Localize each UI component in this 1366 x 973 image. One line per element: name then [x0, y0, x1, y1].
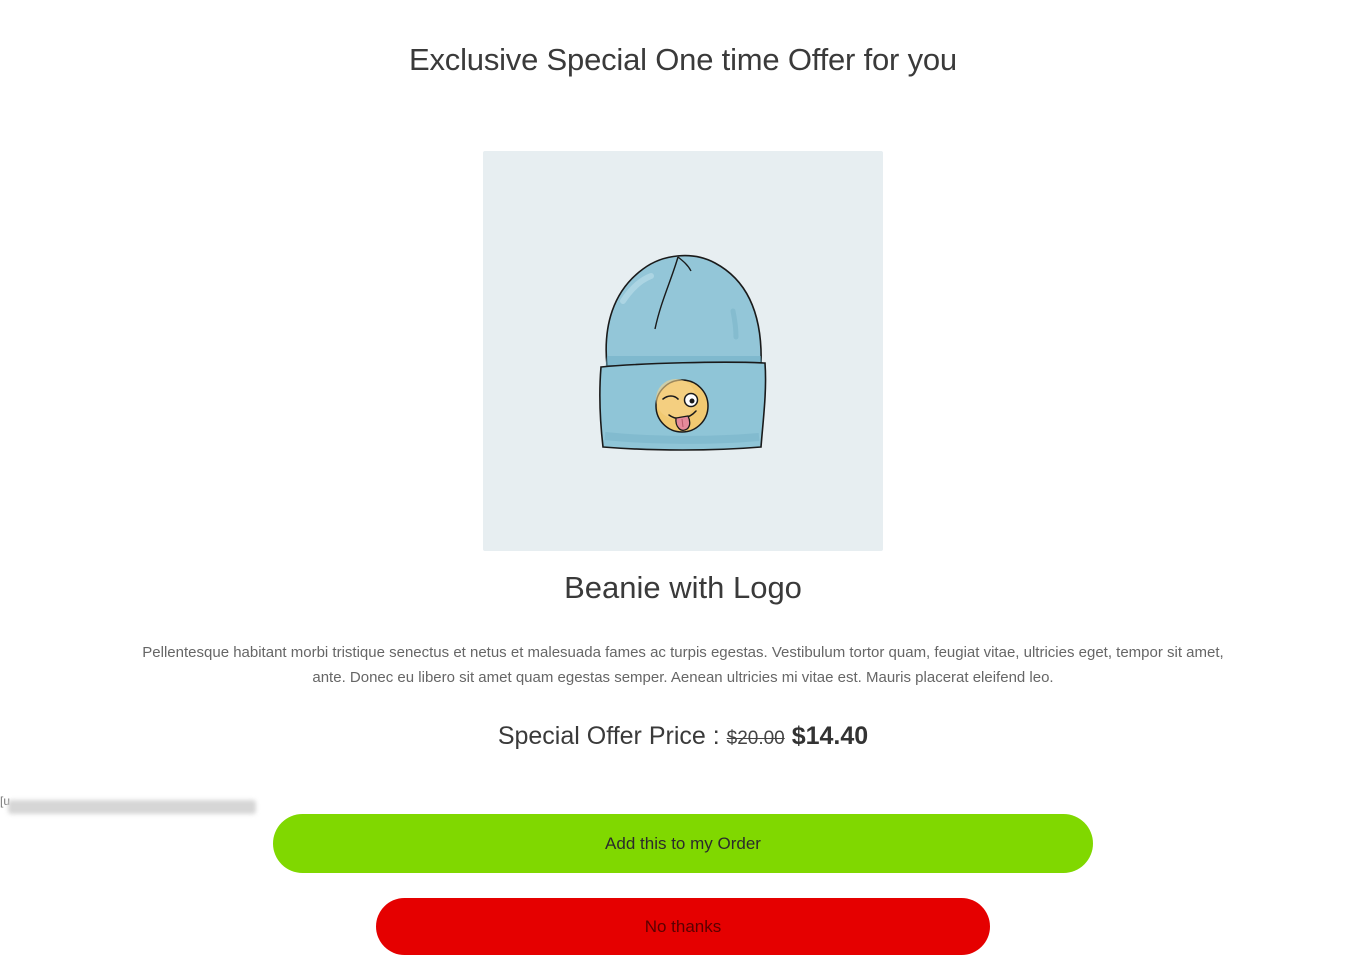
offer-headline: Exclusive Special One time Offer for you [409, 42, 957, 77]
product-title: Beanie with Logo [564, 570, 802, 605]
no-thanks-button[interactable]: No thanks [376, 898, 990, 955]
special-offer-price: Special Offer Price : $20.00 $14.40 [0, 722, 1366, 751]
add-to-order-button[interactable]: Add this to my Order [273, 814, 1093, 873]
product-description: Pellentesque habitant morbi tristique se… [142, 644, 1224, 686]
blurred-overlay [0, 792, 260, 826]
upsell-offer-page: Exclusive Special One time Offer for you [0, 0, 1366, 973]
price-label: Special Offer Price : [497, 722, 720, 750]
product-image [483, 151, 883, 551]
original-price: $20.00 [726, 728, 785, 749]
sale-price: $14.40 [791, 722, 869, 750]
beanie-with-winking-emoji-icon [599, 254, 767, 451]
